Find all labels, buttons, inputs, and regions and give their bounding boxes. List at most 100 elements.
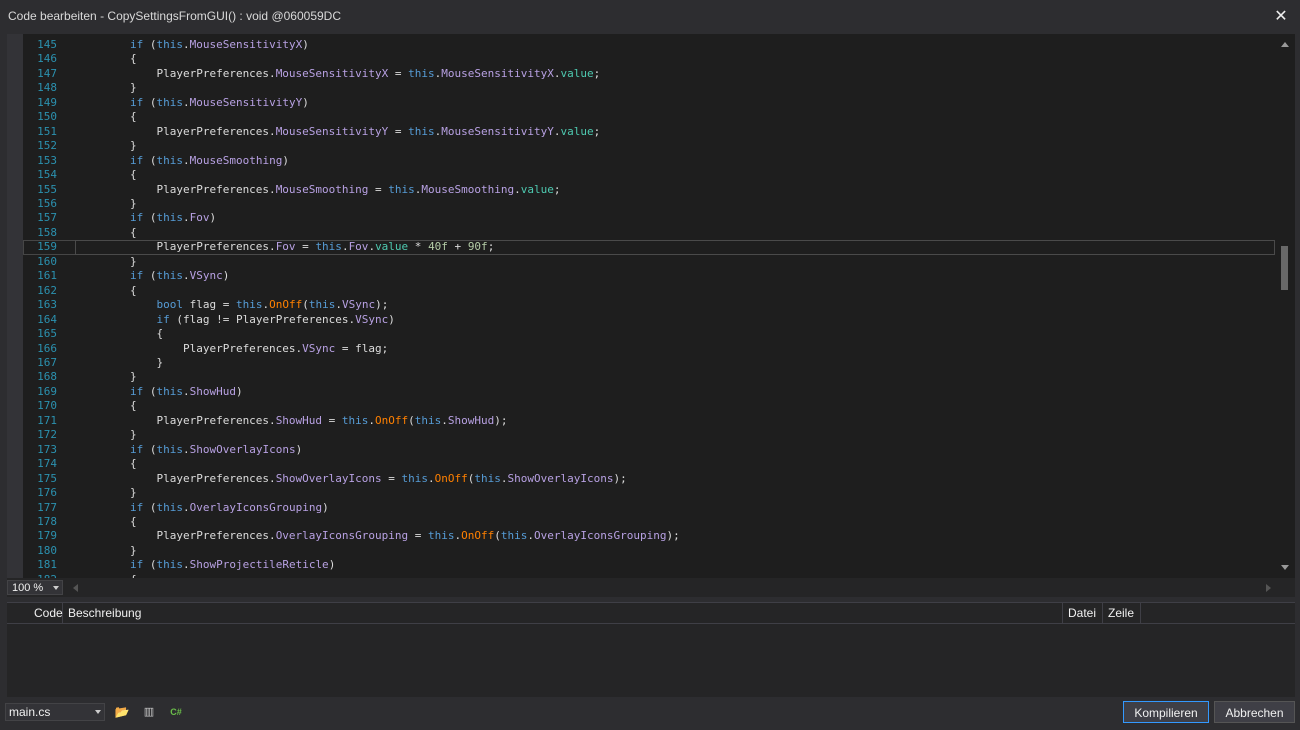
folder-open-icon[interactable]: 📂 xyxy=(114,704,130,720)
line-number: 156 xyxy=(37,196,57,210)
code-line[interactable]: 181 if (this.ShowProjectileReticle) xyxy=(23,558,1275,572)
code-line[interactable]: 175 PlayerPreferences.ShowOverlayIcons =… xyxy=(23,472,1275,486)
horizontal-scrollbar[interactable] xyxy=(69,580,1275,595)
code-line[interactable]: 171 PlayerPreferences.ShowHud = this.OnO… xyxy=(23,414,1275,428)
code-line[interactable]: 169 if (this.ShowHud) xyxy=(23,385,1275,399)
code-line[interactable]: 174 { xyxy=(23,457,1275,471)
column-description[interactable]: Beschreibung xyxy=(63,603,1063,623)
code-text: if (this.ShowProjectileReticle) xyxy=(129,558,336,572)
code-line[interactable]: 157 if (this.Fov) xyxy=(23,211,1275,225)
code-text: { xyxy=(77,52,137,66)
compile-button[interactable]: Kompilieren xyxy=(1123,701,1209,723)
csharp-icon[interactable]: C# xyxy=(168,704,184,720)
code-text: { xyxy=(77,514,137,528)
line-number: 175 xyxy=(37,471,57,485)
code-line[interactable]: 170 { xyxy=(23,399,1275,413)
code-text: } xyxy=(77,428,137,442)
line-number: 166 xyxy=(37,341,57,355)
line-number: 172 xyxy=(37,428,57,442)
line-number: 165 xyxy=(37,327,57,341)
code-text: PlayerPreferences.VSync = flag; xyxy=(77,341,389,355)
code-area[interactable]: 145 if (this.MouseSensitivityX) 146 {147 … xyxy=(23,34,1275,578)
code-line[interactable]: 172 } xyxy=(23,428,1275,442)
code-text: PlayerPreferences.OverlayIconsGrouping =… xyxy=(77,529,680,543)
code-line[interactable]: 167 } xyxy=(23,356,1275,370)
column-file[interactable]: Datei xyxy=(1063,603,1103,623)
title-bar: Code bearbeiten - CopySettingsFromGUI() … xyxy=(0,0,1300,34)
code-editor[interactable]: 145 if (this.MouseSensitivityX) 146 {147 … xyxy=(7,34,1295,597)
code-line[interactable]: 180 } xyxy=(23,544,1275,558)
code-line[interactable]: 145 if (this.MouseSensitivityX) xyxy=(23,38,1275,52)
code-line[interactable]: 173 if (this.ShowOverlayIcons) xyxy=(23,443,1275,457)
code-line[interactable]: 150 { xyxy=(23,110,1275,124)
code-text: bool flag = this.OnOff(this.VSync); xyxy=(156,298,389,312)
code-line[interactable]: 166 PlayerPreferences.VSync = flag; xyxy=(23,342,1275,356)
code-text: if (this.OverlayIconsGrouping) xyxy=(129,500,329,514)
references-icon[interactable]: ▥ xyxy=(141,704,157,720)
code-line[interactable]: 179 PlayerPreferences.OverlayIconsGroupi… xyxy=(23,529,1275,543)
line-number: 148 xyxy=(37,81,57,95)
zoom-value: 100 % xyxy=(12,582,44,594)
line-number: 146 xyxy=(37,52,57,66)
code-text: PlayerPreferences.MouseSensitivityY = th… xyxy=(77,124,601,138)
line-number: 160 xyxy=(37,254,57,268)
line-number: 171 xyxy=(37,413,57,427)
code-line[interactable]: 153 if (this.MouseSmoothing) xyxy=(23,154,1275,168)
line-number: 152 xyxy=(37,139,57,153)
code-line[interactable]: 151 PlayerPreferences.MouseSensitivityY … xyxy=(23,125,1275,139)
code-line[interactable]: 161 if (this.VSync) xyxy=(23,269,1275,283)
zoom-select[interactable]: 100 % xyxy=(7,580,63,595)
code-line[interactable]: 159 PlayerPreferences.Fov = this.Fov.val… xyxy=(23,240,1275,255)
code-line[interactable]: 176 } xyxy=(23,486,1275,500)
line-number: 162 xyxy=(37,283,57,297)
code-line[interactable]: 164 if (flag != PlayerPreferences.VSync) xyxy=(23,313,1275,327)
code-line[interactable]: 152 } xyxy=(23,139,1275,153)
chevron-down-icon xyxy=(53,586,59,590)
scroll-up-icon[interactable] xyxy=(1281,42,1289,47)
code-text: } xyxy=(77,543,137,557)
close-icon[interactable]: ✕ xyxy=(1270,6,1292,28)
error-list-header: Code Beschreibung Datei Zeile xyxy=(7,603,1295,624)
scroll-down-icon[interactable] xyxy=(1281,565,1289,570)
line-number: 178 xyxy=(37,514,57,528)
code-text: } xyxy=(77,196,137,210)
code-text: PlayerPreferences.MouseSensitivityX = th… xyxy=(77,66,601,80)
line-number: 181 xyxy=(37,558,57,572)
scroll-left-icon[interactable] xyxy=(73,584,78,592)
code-line[interactable]: 158 { xyxy=(23,226,1275,240)
code-text: { xyxy=(77,327,164,341)
code-line[interactable]: 178 { xyxy=(23,515,1275,529)
code-line[interactable]: 168 } xyxy=(23,370,1275,384)
code-line[interactable]: 146 { xyxy=(23,52,1275,66)
code-text: { xyxy=(77,168,137,182)
code-line[interactable]: 154 { xyxy=(23,168,1275,182)
column-line[interactable]: Zeile xyxy=(1103,603,1141,623)
code-line[interactable]: 163 bool flag = this.OnOff(this.VSync); xyxy=(23,298,1275,312)
column-code[interactable]: Code xyxy=(29,603,63,623)
line-number: 168 xyxy=(37,370,57,384)
code-line[interactable]: 165 { xyxy=(23,327,1275,341)
code-text: if (this.MouseSensitivityX) xyxy=(129,38,309,51)
chevron-down-icon xyxy=(95,710,101,714)
code-line[interactable]: 148 } xyxy=(23,81,1275,95)
line-number: 153 xyxy=(37,153,57,167)
file-select[interactable]: main.cs xyxy=(5,703,105,721)
code-line[interactable]: 177 if (this.OverlayIconsGrouping) xyxy=(23,501,1275,515)
line-number: 161 xyxy=(37,269,57,283)
vertical-scrollbar[interactable] xyxy=(1275,34,1295,578)
window-title: Code bearbeiten - CopySettingsFromGUI() … xyxy=(8,9,341,23)
code-text: } xyxy=(77,355,164,369)
code-text: if (this.Fov) xyxy=(129,211,217,225)
scroll-right-icon[interactable] xyxy=(1266,584,1271,592)
code-line[interactable]: 160 } xyxy=(23,255,1275,269)
code-line[interactable]: 149 if (this.MouseSensitivityY) xyxy=(23,96,1275,110)
line-number: 155 xyxy=(37,182,57,196)
code-line[interactable]: 162 { xyxy=(23,284,1275,298)
code-line[interactable]: 156 } xyxy=(23,197,1275,211)
scroll-thumb[interactable] xyxy=(1281,246,1288,290)
code-line[interactable]: 155 PlayerPreferences.MouseSmoothing = t… xyxy=(23,183,1275,197)
cancel-button[interactable]: Abbrechen xyxy=(1214,701,1295,723)
code-line[interactable]: 147 PlayerPreferences.MouseSensitivityX … xyxy=(23,67,1275,81)
code-text: if (this.VSync) xyxy=(129,269,230,283)
code-text: if (flag != PlayerPreferences.VSync) xyxy=(156,312,395,326)
